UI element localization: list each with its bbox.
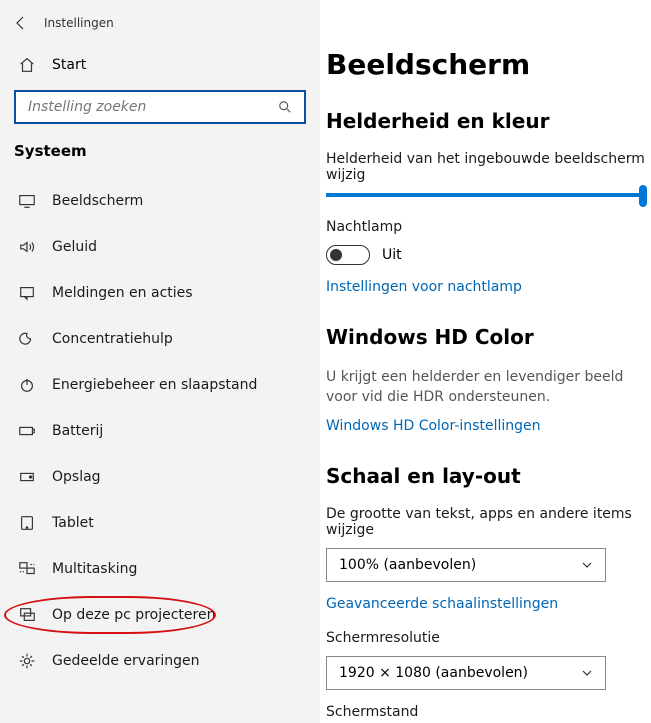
- nav-label: Opslag: [52, 469, 101, 485]
- chevron-down-icon: [581, 559, 593, 571]
- battery-icon: [18, 422, 36, 440]
- nightlight-label: Nachtlamp: [326, 219, 645, 235]
- search-input[interactable]: [14, 90, 306, 124]
- home-icon: [18, 56, 36, 74]
- resolution-label: Schermresolutie: [326, 630, 645, 646]
- window-title: Instellingen: [44, 16, 114, 30]
- orientation-label: Schermstand: [326, 704, 645, 720]
- back-arrow-icon[interactable]: [12, 14, 30, 32]
- nav-label: Multitasking: [52, 561, 137, 577]
- multitasking-icon: [18, 560, 36, 578]
- nightlight-settings-link[interactable]: Instellingen voor nachtlamp: [326, 279, 645, 295]
- projecting-icon: [18, 606, 36, 624]
- nav-list: Beeldscherm Geluid Meldingen en acties C…: [0, 178, 320, 684]
- notifications-icon: [18, 284, 36, 302]
- tablet-icon: [18, 514, 36, 532]
- nav-label: Meldingen en acties: [52, 285, 193, 301]
- nightlight-toggle[interactable]: [326, 245, 370, 265]
- nav-label: Geluid: [52, 239, 97, 255]
- brightness-label: Helderheid van het ingebouwde beeldscher…: [326, 151, 645, 183]
- hdcolor-link[interactable]: Windows HD Color-instellingen: [326, 418, 645, 434]
- advanced-scaling-link[interactable]: Geavanceerde schaalinstellingen: [326, 596, 645, 612]
- nav-item-tablet[interactable]: Tablet: [0, 500, 320, 546]
- brightness-slider[interactable]: [326, 193, 645, 197]
- home-label: Start: [52, 57, 86, 73]
- power-icon: [18, 376, 36, 394]
- storage-icon: [18, 468, 36, 486]
- textsize-select[interactable]: 100% (aanbevolen): [326, 548, 606, 582]
- section-heading: Systeem: [0, 136, 320, 178]
- nav-label: Energiebeheer en slaapstand: [52, 377, 257, 393]
- titlebar: Instellingen: [0, 8, 320, 46]
- nav-item-storage[interactable]: Opslag: [0, 454, 320, 500]
- nav-item-sound[interactable]: Geluid: [0, 224, 320, 270]
- textsize-label: De grootte van tekst, apps en andere ite…: [326, 506, 645, 538]
- nav-item-shared-experiences[interactable]: Gedeelde ervaringen: [0, 638, 320, 684]
- display-icon: [18, 192, 36, 210]
- nav-label: Gedeelde ervaringen: [52, 653, 200, 669]
- page-title: Beeldscherm: [326, 48, 645, 81]
- textsize-value: 100% (aanbevolen): [339, 557, 476, 573]
- nav-label: Batterij: [52, 423, 103, 439]
- toggle-knob: [330, 249, 342, 261]
- nav-item-display[interactable]: Beeldscherm: [0, 178, 320, 224]
- nav-item-notifications[interactable]: Meldingen en acties: [0, 270, 320, 316]
- search-field[interactable]: [26, 98, 278, 116]
- chevron-down-icon: [581, 667, 593, 679]
- nav-item-multitasking[interactable]: Multitasking: [0, 546, 320, 592]
- sound-icon: [18, 238, 36, 256]
- main-panel: Beeldscherm Helderheid en kleur Helderhe…: [320, 0, 651, 723]
- resolution-select[interactable]: 1920 × 1080 (aanbevolen): [326, 656, 606, 690]
- nightlight-state: Uit: [382, 247, 402, 263]
- nav-label: Concentratiehulp: [52, 331, 173, 347]
- nav-label: Op deze pc projecteren: [52, 607, 215, 623]
- slider-thumb[interactable]: [639, 185, 647, 207]
- nav-item-projecting[interactable]: Op deze pc projecteren: [0, 592, 320, 638]
- hdcolor-desc: U krijgt een helderder en levendiger bee…: [326, 367, 645, 408]
- nav-label: Beeldscherm: [52, 193, 143, 209]
- search-icon: [278, 99, 294, 115]
- nav-item-focus-assist[interactable]: Concentratiehulp: [0, 316, 320, 362]
- focus-assist-icon: [18, 330, 36, 348]
- shared-experiences-icon: [18, 652, 36, 670]
- scale-heading: Schaal en lay-out: [326, 464, 645, 488]
- home-button[interactable]: Start: [0, 46, 320, 84]
- nav-label: Tablet: [52, 515, 94, 531]
- resolution-value: 1920 × 1080 (aanbevolen): [339, 665, 528, 681]
- sidebar: Instellingen Start Systeem Beeldsche: [0, 0, 320, 723]
- nav-item-battery[interactable]: Batterij: [0, 408, 320, 454]
- hdcolor-heading: Windows HD Color: [326, 325, 645, 349]
- brightness-heading: Helderheid en kleur: [326, 109, 645, 133]
- nav-item-power-sleep[interactable]: Energiebeheer en slaapstand: [0, 362, 320, 408]
